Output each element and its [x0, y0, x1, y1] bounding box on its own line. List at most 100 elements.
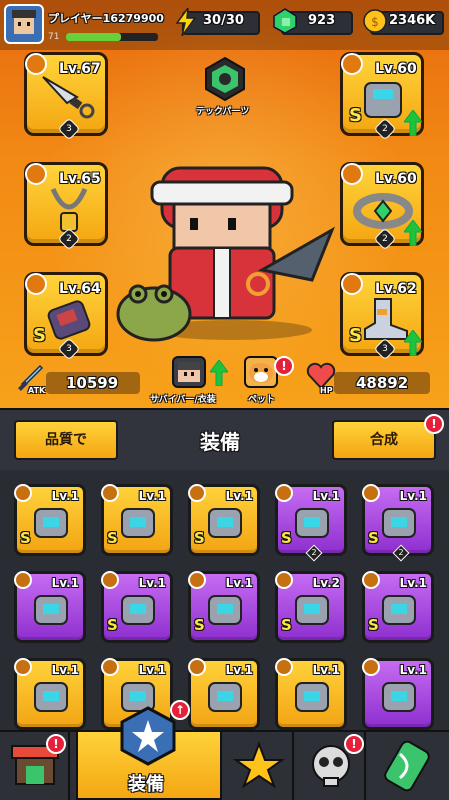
tech-parts-icon[interactable] — [202, 56, 248, 102]
gloves-type-icon — [25, 273, 47, 295]
armor-icon — [121, 508, 155, 538]
inventory-item[interactable]: Lv.1 — [14, 658, 86, 730]
pet-label: ペット — [248, 395, 276, 405]
item-type-icon — [275, 658, 293, 676]
item-rank: S — [194, 529, 205, 547]
rank-label: S — [33, 325, 46, 346]
dna-icon — [384, 740, 430, 792]
upgrade-arrow-icon — [403, 109, 423, 137]
ring-icon — [121, 595, 155, 625]
item-rank: S — [194, 616, 205, 634]
item-level: Lv.1 — [312, 663, 340, 677]
avatar-icon — [12, 10, 36, 34]
belt-icon — [208, 595, 242, 625]
inventory-item[interactable]: Lv.1 — [362, 658, 434, 730]
gem-icon[interactable] — [272, 8, 298, 38]
tab-equipment-label: 装備 — [128, 774, 164, 795]
kunai-icon — [42, 76, 95, 119]
item-level: Lv.1 — [138, 663, 166, 677]
inventory-item[interactable]: Lv.1 S — [188, 484, 260, 556]
item-rank: S — [368, 529, 379, 547]
upgrade-arrow-icon — [403, 219, 423, 247]
merge-button[interactable]: 合成 — [332, 420, 436, 460]
upgrade-arrow-icon — [209, 359, 229, 387]
shop-alert-badge: ! — [46, 734, 66, 754]
slot-gloves[interactable]: Lv.64 S 3 — [24, 272, 108, 361]
inventory-item[interactable]: Lv.1 S — [101, 571, 173, 643]
svg-text:$: $ — [371, 15, 379, 29]
item-type-icon — [14, 484, 32, 502]
coin-icon[interactable]: $ — [362, 8, 388, 38]
item-type-icon — [101, 484, 119, 502]
item-type-icon — [188, 658, 206, 676]
tab-talents[interactable] — [224, 732, 294, 800]
upgrade-arrow-icon — [403, 329, 423, 357]
belt-icon — [208, 682, 242, 712]
item-type-icon — [275, 571, 293, 589]
slot-necklace[interactable]: Lv.65 2 — [24, 162, 108, 251]
energy-icon — [174, 5, 198, 40]
coins-value: 2346K — [389, 13, 436, 28]
inventory-item[interactable]: Lv.2 S — [275, 571, 347, 643]
inventory-item[interactable]: Lv.1 S — [14, 484, 86, 556]
inventory-item[interactable]: Lv.1 — [275, 658, 347, 730]
glove-icon — [208, 508, 242, 538]
weapon-type-icon — [25, 53, 47, 75]
gun-icon — [34, 508, 68, 538]
glove-icon — [47, 300, 91, 340]
pet-alert-badge: ! — [274, 356, 294, 376]
inventory-item[interactable]: Lv.1 S — [188, 571, 260, 643]
inventory-item[interactable]: Lv.1 S 2 — [275, 484, 347, 562]
necklace-type-icon — [25, 163, 47, 185]
item-level: Lv.1 — [51, 576, 79, 590]
tab-evolution[interactable] — [368, 732, 449, 800]
inventory-item[interactable]: Lv.1 S — [101, 484, 173, 556]
slot-level: Lv.64 — [59, 281, 101, 297]
merge-alert-badge: ! — [424, 414, 444, 434]
boots-type-icon — [341, 273, 363, 295]
hp-label: HP — [320, 386, 333, 395]
item-level: Lv.1 — [225, 489, 253, 503]
equipment-up-badge: ↑ — [170, 700, 190, 720]
xp-bar — [66, 33, 158, 41]
player-level: 71 — [48, 32, 60, 42]
avatar[interactable] — [4, 4, 44, 44]
armor-icon — [364, 82, 402, 118]
item-type-icon — [362, 484, 380, 502]
item-type-icon — [275, 484, 293, 502]
pet-frog[interactable] — [112, 272, 202, 342]
boot-icon — [382, 595, 416, 625]
pet-button[interactable] — [244, 356, 278, 388]
inventory-item[interactable]: Lv.1 S 2 — [362, 484, 434, 562]
item-rank: S — [281, 529, 292, 547]
skull-alert-badge: ! — [344, 734, 364, 754]
item-type-icon — [362, 571, 380, 589]
item-rank: S — [107, 616, 118, 634]
item-type-icon — [14, 658, 32, 676]
ring-type-icon — [341, 163, 363, 185]
armor-type-icon — [341, 53, 363, 75]
armor-icon — [34, 595, 68, 625]
necklace-icon — [34, 682, 68, 712]
slot-level: Lv.60 — [375, 171, 417, 187]
item-type-icon — [362, 658, 380, 676]
item-level: Lv.1 — [225, 576, 253, 590]
inventory-item[interactable]: Lv.1 S — [362, 571, 434, 643]
hp-value: 48892 — [356, 374, 409, 392]
survivor-face-icon — [178, 362, 200, 382]
ring-icon — [382, 508, 416, 538]
item-level: Lv.1 — [138, 489, 166, 503]
item-level: Lv.1 — [399, 663, 427, 677]
inventory-item[interactable]: Lv.1 — [14, 571, 86, 643]
slot-weapon[interactable]: Lv.67 3 — [24, 52, 108, 141]
item-level: Lv.1 — [225, 663, 253, 677]
item-level: Lv.1 — [138, 576, 166, 590]
item-level: Lv.2 — [312, 576, 340, 590]
sort-quality-button[interactable]: 品質で — [14, 420, 118, 460]
inventory-item[interactable]: Lv.1 — [188, 658, 260, 730]
atk-value: 10599 — [66, 374, 119, 392]
rank-label: S — [349, 105, 362, 126]
item-rank: S — [20, 529, 31, 547]
item-level: Lv.1 — [399, 489, 427, 503]
survivor-outfit-button[interactable] — [172, 356, 206, 388]
